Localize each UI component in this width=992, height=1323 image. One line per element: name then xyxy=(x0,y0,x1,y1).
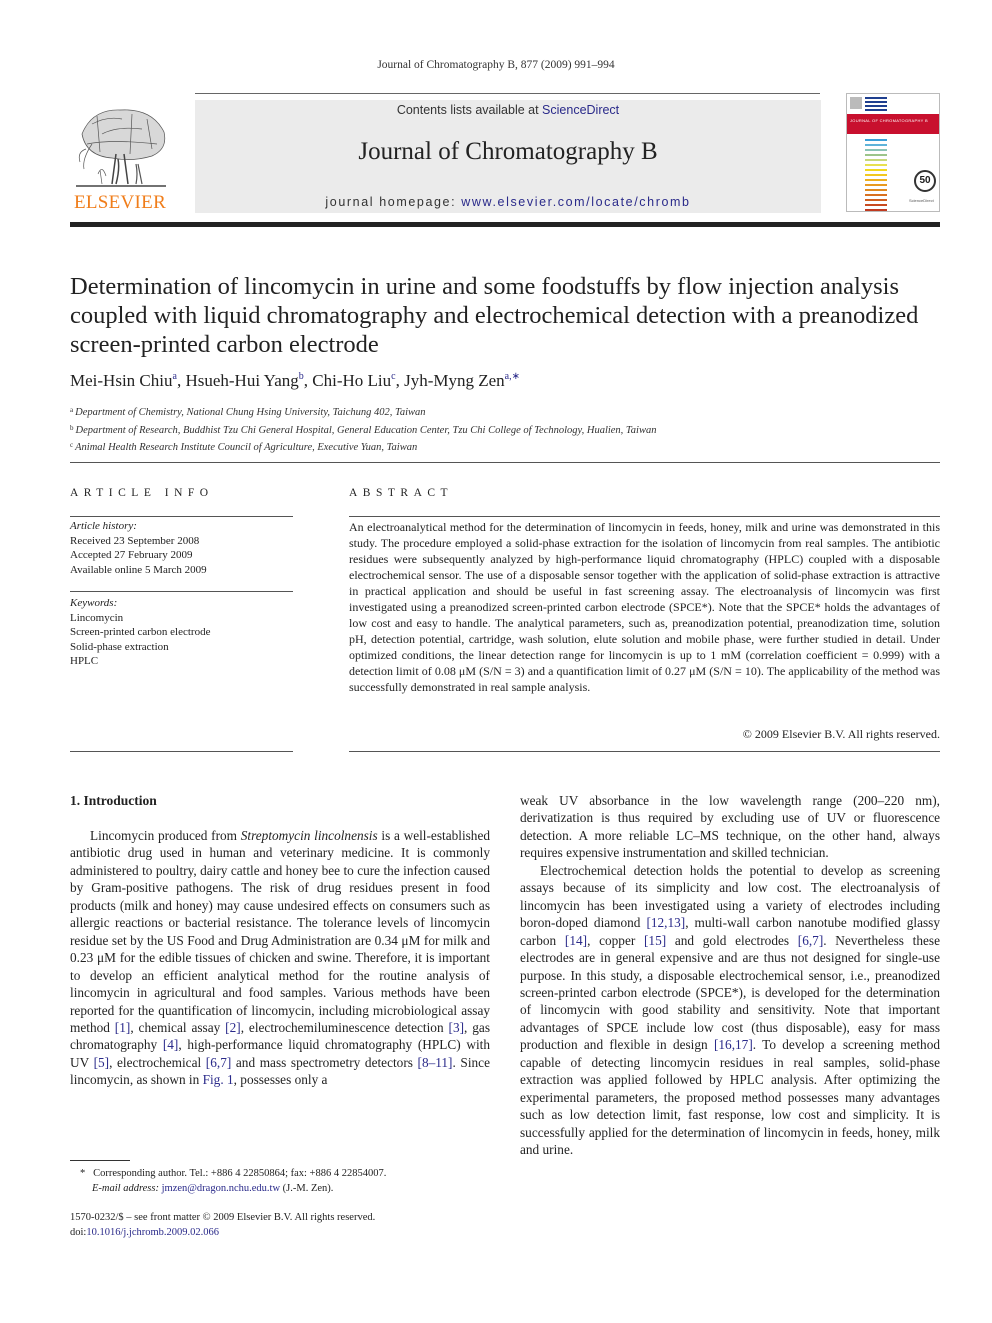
journal-title: Journal of Chromatography B xyxy=(358,138,658,165)
affiliation-text: Department of Chemistry, National Chung … xyxy=(75,407,426,418)
citation-link[interactable]: [12,13] xyxy=(646,915,685,930)
history-accepted: Accepted 27 February 2009 xyxy=(70,549,193,562)
corresponding-author-footnote: * Corresponding author. Tel.: +886 4 228… xyxy=(80,1167,500,1196)
citation-link[interactable]: [2] xyxy=(225,1020,241,1035)
author-affil-mark[interactable]: b xyxy=(299,371,304,382)
affiliation: a Department of Chemistry, National Chung… xyxy=(70,403,656,421)
keywords-label: Keywords: xyxy=(70,597,118,609)
keyword: HPLC xyxy=(70,655,99,668)
doi-line: doi:10.1016/j.jchromb.2009.02.066 xyxy=(70,1226,510,1241)
intro-left-column: Lincomycin produced from Streptomycin li… xyxy=(70,827,490,1089)
keywords: Keywords: Lincomycin Screen-printed carb… xyxy=(70,596,293,669)
front-matter-footer: 1570-0232/$ – see front matter © 2009 El… xyxy=(70,1211,510,1240)
author-name[interactable]: Jyh-Myng Zen xyxy=(404,371,505,390)
intro-paragraph-continued: weak UV absorbance in the low wavelength… xyxy=(520,793,940,861)
affiliation-mark: a xyxy=(70,406,74,414)
author-name[interactable]: Chi-Ho Liu xyxy=(312,371,391,390)
elsevier-wordmark: ELSEVIER xyxy=(73,192,167,213)
affiliation-text: Animal Health Research Institute Council… xyxy=(75,442,418,453)
affiliations-divider xyxy=(70,462,940,463)
article-title: Determination of lincomycin in urine and… xyxy=(70,273,919,358)
anniversary-seal-icon: 50 xyxy=(914,170,936,192)
cover-red-band: JOURNAL OF CHROMATOGRAPHY B xyxy=(847,114,939,134)
issn-line: 1570-0232/$ – see front matter © 2009 El… xyxy=(70,1212,376,1223)
masthead-bottom-rule xyxy=(70,222,940,227)
elsevier-tree-icon xyxy=(76,109,166,187)
affiliation: b Department of Research, Buddhist Tzu Ch… xyxy=(70,421,656,439)
citation-link[interactable]: [16,17] xyxy=(714,1037,753,1052)
article-info-divider xyxy=(70,516,293,517)
citation-link[interactable]: [6,7] xyxy=(798,933,823,948)
citation-link[interactable]: [4] xyxy=(163,1037,179,1052)
abstract-text: An electroanalytical method for the dete… xyxy=(349,520,940,694)
homepage-link[interactable]: www.elsevier.com/locate/chromb xyxy=(461,195,690,209)
intro-paragraph: Electrochemical detection holds the pote… xyxy=(520,862,941,1158)
journal-homepage: journal homepage: www.elsevier.com/locat… xyxy=(195,195,821,209)
email-label: E-mail address: xyxy=(92,1182,159,1194)
elsevier-logo[interactable]: ELSEVIER xyxy=(68,104,172,214)
abstract-bottom-rule xyxy=(349,751,940,752)
figure-link[interactable]: Fig. 1 xyxy=(203,1072,234,1087)
intro-right-column: weak UV absorbance in the low wavelength… xyxy=(520,792,940,1159)
intro-paragraph: Lincomycin produced from Streptomycin li… xyxy=(70,828,491,1088)
citation-link[interactable]: [5] xyxy=(94,1055,110,1070)
article-info-bottom-rule xyxy=(70,751,293,752)
history-label: Article history: xyxy=(70,520,137,532)
email-link[interactable]: jmzen@dragon.nchu.edu.tw xyxy=(162,1183,280,1194)
author-affil-mark[interactable]: a xyxy=(172,371,176,382)
homepage-label: journal homepage: xyxy=(325,195,462,209)
author-affil-mark[interactable]: c xyxy=(391,371,395,382)
sciencedirect-link[interactable]: ScienceDirect xyxy=(542,103,619,117)
footnote-rule xyxy=(70,1160,130,1161)
cover-sciencedirect-mark: ScienceDirect xyxy=(909,198,934,203)
corresponding-line: * Corresponding author. Tel.: +886 4 228… xyxy=(80,1167,500,1182)
article-info-heading: ARTICLE INFO xyxy=(70,487,214,499)
affiliation: c Animal Health Research Institute Counci… xyxy=(70,438,656,456)
keywords-divider xyxy=(70,591,293,592)
article-history: Article history: Received 23 September 2… xyxy=(70,519,293,577)
affiliation-mark: c xyxy=(70,441,74,449)
header-rule xyxy=(195,93,820,94)
abstract-copyright: © 2009 Elsevier B.V. All rights reserved… xyxy=(742,727,940,741)
section-heading-introduction: 1. Introduction xyxy=(70,793,157,808)
citation-link[interactable]: [6,7] xyxy=(206,1055,231,1070)
journal-cover-thumbnail[interactable]: JOURNAL OF CHROMATOGRAPHY B 50 ScienceDi… xyxy=(846,93,940,212)
doi-link[interactable]: 10.1016/j.jchromb.2009.02.066 xyxy=(86,1227,219,1238)
abstract-divider xyxy=(349,516,940,517)
history-online: Available online 5 March 2009 xyxy=(70,563,207,576)
author-name[interactable]: Mei-Hsin Chiu xyxy=(70,371,172,390)
citation-link[interactable]: [14] xyxy=(565,933,587,948)
affiliation-mark: b xyxy=(70,423,74,432)
species-name: Streptomycin lincolnensis xyxy=(240,828,378,843)
journal-masthead: Contents lists available at ScienceDirec… xyxy=(195,100,821,213)
citation-link[interactable]: [3] xyxy=(449,1020,465,1035)
keyword: Lincomycin xyxy=(70,611,124,624)
author-name[interactable]: Hsueh-Hui Yang xyxy=(185,371,298,390)
email-line: E-mail address: jmzen@dragon.nchu.edu.tw… xyxy=(80,1182,500,1197)
running-head: Journal of Chromatography B, 877 (2009) … xyxy=(377,59,615,71)
contents-line: Contents lists available at ScienceDirec… xyxy=(195,103,821,117)
affiliation-text: Department of Research, Buddhist Tzu Chi… xyxy=(75,424,657,436)
affiliations: a Department of Chemistry, National Chung… xyxy=(70,403,656,456)
abstract-heading: ABSTRACT xyxy=(349,487,454,499)
author-affil-mark[interactable]: a,∗ xyxy=(505,371,520,382)
doi-label: doi: xyxy=(70,1226,87,1238)
footnote-mark: * xyxy=(80,1168,86,1179)
keyword: Screen-printed carbon electrode xyxy=(70,626,211,639)
email-suffix: (J.-M. Zen). xyxy=(280,1182,334,1194)
author-list: Mei-Hsin Chiua, Hsueh-Hui Yangb, Chi-Ho … xyxy=(70,371,520,390)
cover-thumbnail-image xyxy=(850,97,862,109)
keyword: Solid-phase extraction xyxy=(70,640,169,653)
citation-link[interactable]: [1] xyxy=(115,1020,131,1035)
citation-link[interactable]: [15] xyxy=(644,933,666,948)
cover-band-text: JOURNAL OF CHROMATOGRAPHY B xyxy=(850,118,928,123)
corresponding-text: Corresponding author. Tel.: +886 4 22850… xyxy=(93,1168,387,1179)
citation-link[interactable]: [8–11] xyxy=(418,1055,453,1070)
contents-prefix: Contents lists available at xyxy=(396,103,543,117)
history-received: Received 23 September 2008 xyxy=(70,534,200,547)
